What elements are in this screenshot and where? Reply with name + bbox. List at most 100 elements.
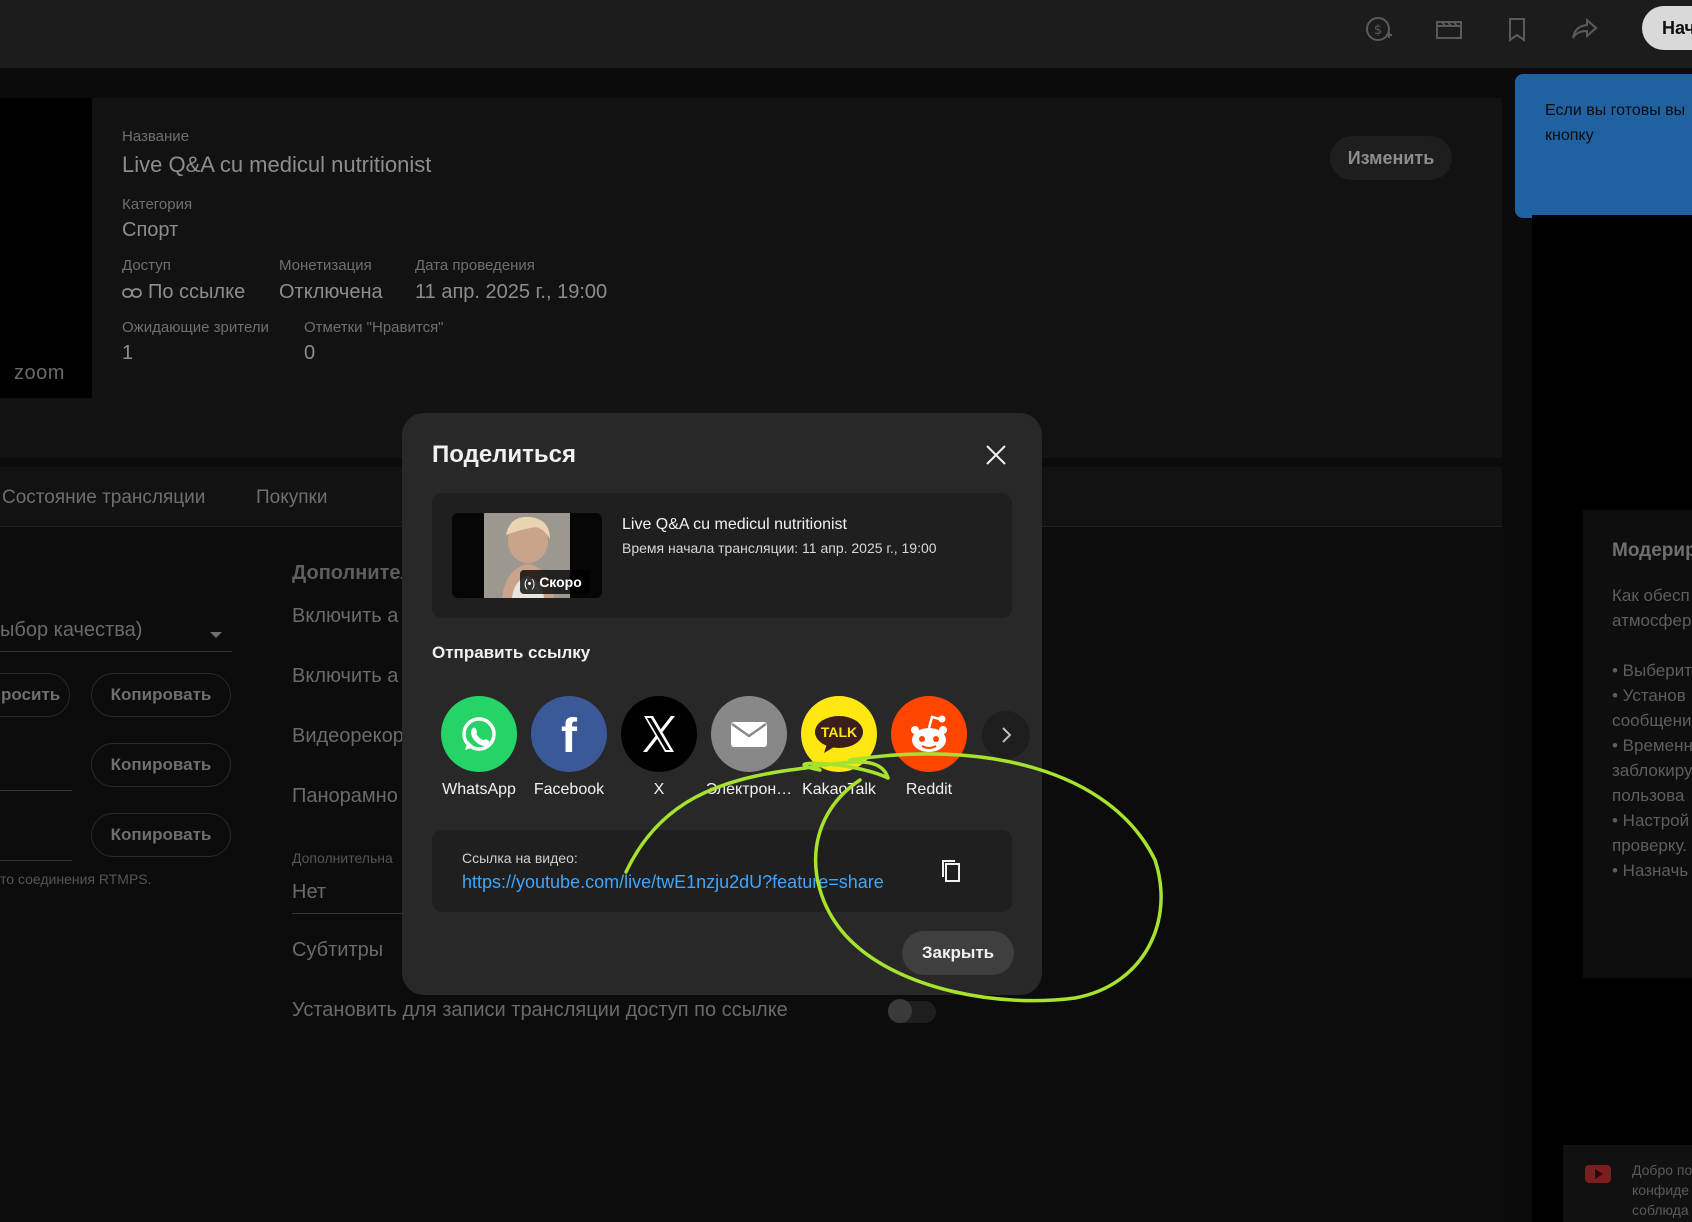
moderation-line: проверку. <box>1612 836 1688 855</box>
tab-stream-status[interactable]: Состояние трансляции <box>2 487 205 509</box>
notice-line: соблюда <box>1632 1202 1689 1218</box>
toggle-knob <box>888 999 912 1023</box>
share-label: Facebook <box>533 781 605 798</box>
select-underline <box>292 913 404 914</box>
facebook-icon: f <box>531 696 607 772</box>
ready-tooltip: Если вы готовы вы кнопку <box>1515 74 1692 218</box>
title-label: Название <box>122 128 190 145</box>
upcoming-badge: (•) Скоро <box>520 570 590 594</box>
stream-preview: zoom <box>0 98 92 398</box>
setting-subtitles: Субтитры <box>292 939 384 961</box>
chevron-right-icon <box>1002 727 1012 743</box>
share-whatsapp[interactable]: WhatsApp <box>434 696 524 806</box>
reset-button[interactable]: росить <box>0 673 70 717</box>
quality-select[interactable]: ыбор качества) <box>0 619 142 642</box>
upcoming-badge-text: Скоро <box>539 574 582 590</box>
share-kakaotalk[interactable]: TALK KakaoTalk <box>794 696 884 806</box>
link-icon <box>122 287 142 298</box>
copy-button[interactable]: Копировать <box>91 673 231 717</box>
svg-text:TALK: TALK <box>821 724 857 740</box>
share-label: WhatsApp <box>442 781 516 798</box>
share-reddit[interactable]: Reddit <box>884 696 974 806</box>
rtmps-note: то соединения RTMPS. <box>0 871 152 887</box>
start-stream-button[interactable]: Нач <box>1642 6 1692 50</box>
share-x[interactable]: X <box>614 696 704 806</box>
clapperboard-icon[interactable] <box>1434 14 1464 44</box>
monetization-value: Отключена <box>279 281 383 303</box>
setting-video-recording: Видеорекор <box>292 725 404 747</box>
moderation-line: сообщени <box>1612 711 1692 730</box>
video-start-time: Время начала трансляции: 11 апр. 2025 г.… <box>622 540 937 556</box>
moderation-line: • Настрой <box>1612 811 1690 830</box>
zoom-logo: zoom <box>14 362 65 384</box>
share-label: KakaoTalk <box>802 781 876 798</box>
moderation-line: атмосфер <box>1612 611 1692 630</box>
copy-button[interactable]: Копировать <box>91 743 231 787</box>
share-label: X <box>653 781 665 798</box>
share-arrow-icon[interactable] <box>1570 14 1600 44</box>
monetization-icon[interactable]: $ <box>1364 14 1394 44</box>
moderation-line: • Временн <box>1612 736 1692 755</box>
email-icon <box>711 696 787 772</box>
stream-info-card: zoom Название Live Q&A cu medicul nutrit… <box>0 98 1502 458</box>
moderation-line: • Назначь <box>1612 861 1689 880</box>
bookmark-icon[interactable] <box>1502 14 1532 44</box>
field-underline <box>0 860 72 861</box>
setting-enable-2: Включить а <box>292 665 399 687</box>
top-bar: $ Нач <box>0 0 1692 68</box>
notice-line: конфиде <box>1632 1182 1690 1198</box>
moderation-line: • Установ <box>1612 686 1686 705</box>
select-underline <box>0 651 232 652</box>
setting-link-access: Установить для записи трансляции доступ … <box>292 999 788 1021</box>
section-heading: Дополнител <box>292 562 414 584</box>
copy-icon[interactable] <box>937 857 965 885</box>
waiting-viewers-value: 1 <box>122 342 134 364</box>
close-button[interactable]: Закрыть <box>902 931 1014 975</box>
tab-purchases[interactable]: Покупки <box>256 487 327 509</box>
video-link-url[interactable]: https://youtube.com/live/twE1nzju2dU?fea… <box>462 872 884 893</box>
copy-button[interactable]: Копировать <box>91 813 231 857</box>
chevron-down-icon <box>210 632 222 638</box>
live-broadcast-icon: (•) <box>524 578 536 590</box>
share-facebook[interactable]: f Facebook <box>524 696 614 806</box>
dialog-title: Поделиться <box>432 441 577 468</box>
moderation-line: • Выберит <box>1612 661 1692 680</box>
video-thumbnail: (•) Скоро <box>452 513 602 598</box>
tooltip-line-1: Если вы готовы вы <box>1545 102 1686 119</box>
stream-title: Live Q&A cu medicul nutritionist <box>122 152 432 177</box>
access-value: По ссылке <box>122 281 245 304</box>
additional-value[interactable]: Нет <box>292 881 326 904</box>
share-label: Reddit <box>905 781 953 798</box>
moderation-line: пользова <box>1612 786 1685 805</box>
category-label: Категория <box>122 196 193 213</box>
whatsapp-icon <box>441 696 517 772</box>
monetization-label: Монетизация <box>279 257 372 274</box>
additional-label: Дополнительна <box>292 850 393 866</box>
svg-text:$: $ <box>1374 23 1382 38</box>
link-access-toggle[interactable] <box>888 999 936 1023</box>
edit-button[interactable]: Изменить <box>1330 136 1452 180</box>
share-label: Электрон… <box>705 781 793 798</box>
video-card: (•) Скоро Live Q&A cu medicul nutritionis… <box>432 493 1012 618</box>
share-email[interactable]: Электрон… <box>704 696 794 806</box>
kakaotalk-icon: TALK <box>801 696 877 772</box>
share-next-button[interactable] <box>982 711 1030 759</box>
date-label: Дата проведения <box>415 257 535 274</box>
access-label: Доступ <box>122 257 171 274</box>
moderation-line: Как обесп <box>1612 586 1690 605</box>
video-link-box: Ссылка на видео: https://youtube.com/liv… <box>432 830 1012 912</box>
send-link-label: Отправить ссылку <box>432 643 591 662</box>
reddit-icon <box>891 696 967 772</box>
likes-label: Отметки "Нравится" <box>304 319 444 336</box>
x-icon <box>621 696 697 772</box>
likes-value: 0 <box>304 342 316 364</box>
moderation-line: заблокиру <box>1612 761 1692 780</box>
tooltip-line-2: кнопку <box>1545 127 1594 144</box>
youtube-icon <box>1585 1165 1611 1183</box>
date-value: 11 апр. 2025 г., 19:00 <box>415 281 608 303</box>
video-title: Live Q&A cu medicul nutritionist <box>622 516 847 533</box>
share-dialog: Поделиться (•) Скоро Live Q&A cu medicul … <box>402 413 1042 995</box>
moderation-title: Модерир <box>1612 540 1692 561</box>
setting-enable-1: Включить а <box>292 605 399 627</box>
close-icon[interactable] <box>982 441 1010 469</box>
